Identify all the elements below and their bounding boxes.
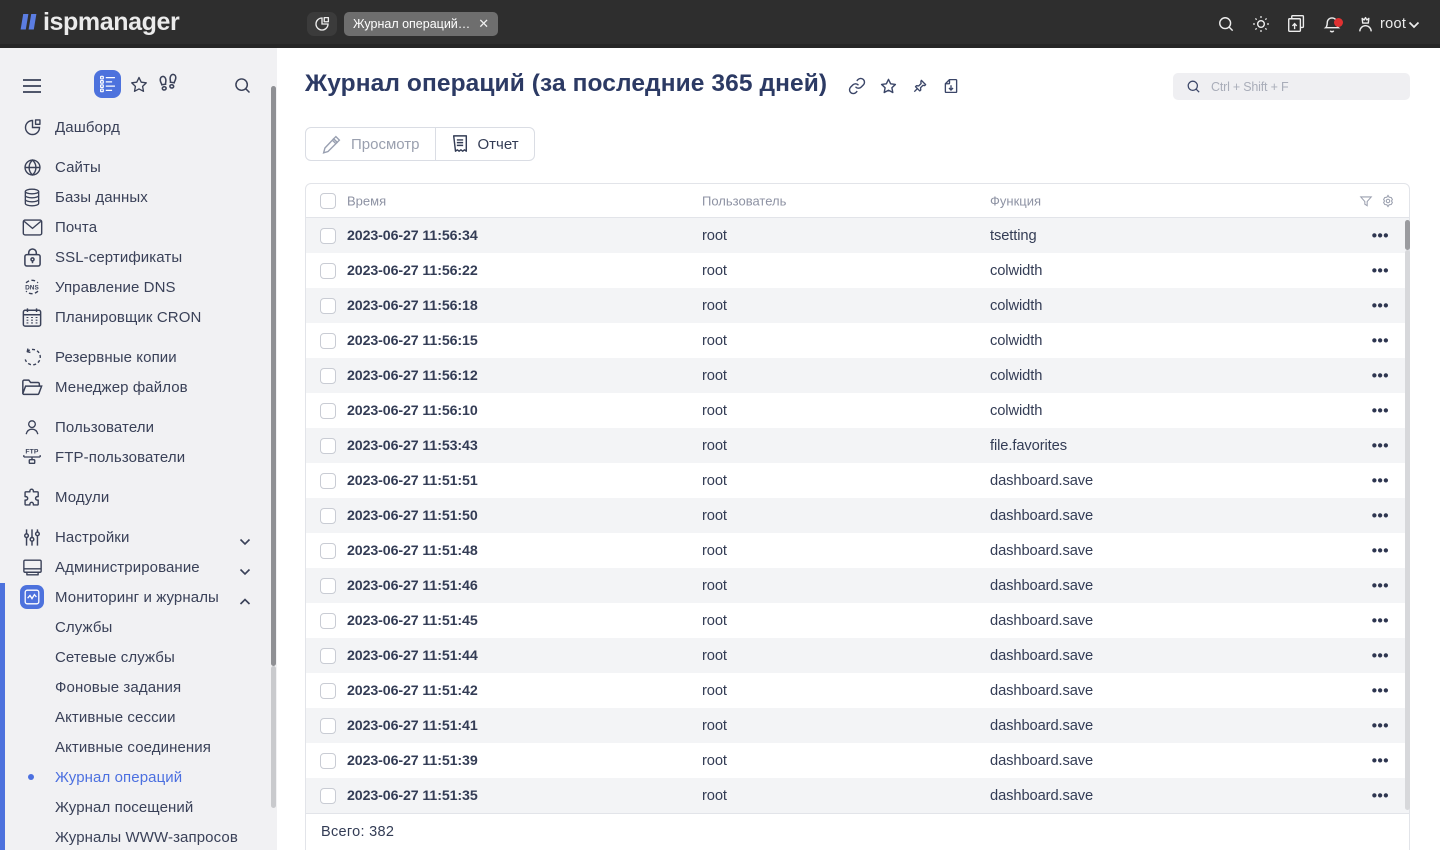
svg-text:DNS: DNS: [25, 284, 39, 291]
svg-text:FTP: FTP: [25, 448, 38, 455]
